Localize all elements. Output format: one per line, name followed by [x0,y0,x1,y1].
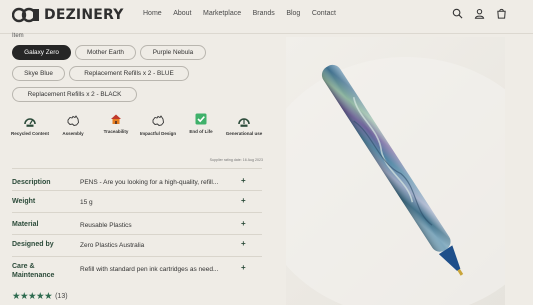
feature-end-of-life: End of Life [181,112,221,135]
spec-row-weight[interactable]: Weight 15 g + [12,190,262,212]
nav-brands[interactable]: Brands [253,10,275,17]
spec-row-material[interactable]: Material Reusable Plastics + [12,212,262,234]
account-icon[interactable] [474,8,485,19]
variant-label: Item [12,33,24,39]
feature-impactful-design: Impactful Design [138,114,178,137]
expand-plus-icon[interactable]: + [241,239,246,248]
feature-recycled-content: Recycled Content [10,114,50,137]
feature-label: Assembly [62,131,84,136]
nav-about[interactable]: About [173,10,191,17]
brand-logo[interactable]: DEZINERY [12,6,124,24]
checkbox-icon [195,113,207,125]
pen-illustration [256,57,533,305]
spec-value: Reusable Plastics [80,222,132,229]
brand-name: DEZINERY [44,7,124,23]
variant-chip-skye-blue[interactable]: Skye Blue [12,66,65,81]
variant-chip-galaxy-zero[interactable]: Galaxy Zero [12,45,71,60]
variant-chip-refills-black[interactable]: Replacement Refills x 2 - BLACK [12,87,137,102]
spec-row-care[interactable]: Care & Maintenance Refill with standard … [12,256,262,282]
variant-chip-purple-nebula[interactable]: Purple Nebula [140,45,206,60]
expand-plus-icon[interactable]: + [241,176,246,185]
spec-value: Refill with standard pen ink cartridges … [80,266,219,273]
recycled-gauge-icon [24,118,36,127]
variant-chip-refills-blue[interactable]: Replacement Refills x 2 - BLUE [69,66,189,81]
house-icon [111,114,121,124]
feature-label: End of Life [189,129,213,134]
supplier-rating-date: Supplier rating date: 16 Aug 2023 [209,158,263,162]
spec-value: Zero Plastics Australia [80,242,145,249]
spec-name: Material [12,221,39,228]
feature-assembly: Assembly [53,114,93,137]
spec-name: Description [12,179,51,186]
feature-label: Recycled Content [10,131,49,136]
nav-contact[interactable]: Contact [312,10,336,17]
australia-map-icon [67,115,79,126]
spec-name: Weight [12,198,36,205]
header-divider [0,33,533,34]
spec-name: Care & Maintenance [12,263,55,279]
variant-chip-mother-earth[interactable]: Mother Earth [75,45,136,60]
nav-marketplace[interactable]: Marketplace [203,10,241,17]
expand-plus-icon[interactable]: + [241,263,246,272]
feature-label: Generational use [225,131,263,136]
nav-blog[interactable]: Blog [286,10,300,17]
feature-label: Traceability [103,129,129,134]
product-rating[interactable]: ★★★★★ (13) [12,291,68,302]
spec-value: PENS - Are you looking for a high-qualit… [80,179,219,186]
expand-plus-icon[interactable]: + [241,196,246,205]
feature-generational-use: Generational use [224,114,264,137]
expand-plus-icon[interactable]: + [241,219,246,228]
cart-icon[interactable] [496,8,507,19]
feature-traceability: Traceability [96,112,136,135]
header-actions [452,8,507,19]
feature-label: Impactful Design [139,131,177,136]
product-image[interactable] [256,37,533,305]
logo-mark-icon [12,7,39,23]
australia-map-icon [152,115,164,126]
generational-gauge-icon [238,118,250,127]
search-icon[interactable] [452,8,463,19]
rating-count: (13) [55,293,68,300]
spec-name: Designed by [12,241,54,248]
spec-row-designed-by[interactable]: Designed by Zero Plastics Australia + [12,234,262,256]
main-nav: Home About Marketplace Brands Blog Conta… [143,10,347,17]
spec-row-description[interactable]: Description PENS - Are you looking for a… [12,168,262,190]
nav-home[interactable]: Home [143,10,162,17]
site-header: DEZINERY Home About Marketplace Brands B… [0,0,533,30]
spec-value: 15 g [80,199,93,206]
rating-stars: ★★★★★ [12,291,53,302]
